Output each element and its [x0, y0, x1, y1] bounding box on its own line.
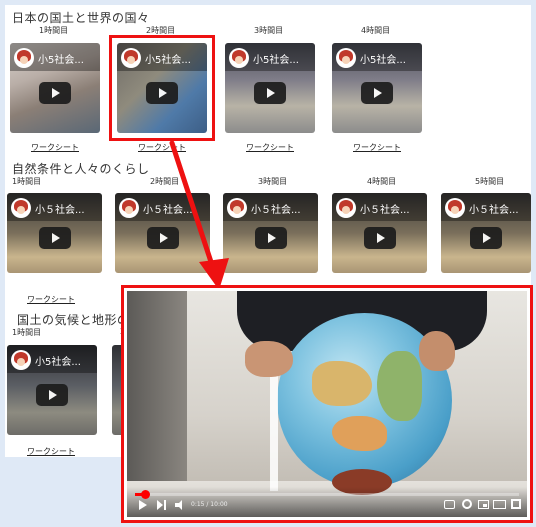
play-icon[interactable]: [36, 384, 68, 406]
worksheet-link[interactable]: ワークシート: [138, 142, 186, 153]
video-thumbnail[interactable]: 小５社会...: [223, 193, 318, 273]
period-label: 1時間目: [39, 26, 69, 35]
period-label: 4時間目: [361, 26, 391, 35]
worksheet-link[interactable]: ワークシート: [353, 142, 401, 153]
play-icon[interactable]: [146, 227, 179, 249]
period-label: 5時間目: [475, 177, 505, 186]
player-controls: 0:15 / 10:00: [127, 487, 527, 517]
video-frame[interactable]: 0:15 / 10:00: [127, 291, 527, 517]
captions-icon[interactable]: [444, 500, 455, 509]
video-player[interactable]: 0:15 / 10:00: [121, 285, 533, 523]
progress-bar[interactable]: [135, 490, 519, 499]
play-icon[interactable]: [363, 227, 396, 249]
miniplayer-icon[interactable]: [478, 500, 489, 509]
play-icon[interactable]: [254, 82, 286, 104]
video-thumbnail[interactable]: 小5社会...: [10, 43, 100, 133]
video-title: 小5社会...: [38, 55, 84, 66]
channel-avatar-icon: [229, 48, 249, 68]
channel-avatar-icon: [445, 198, 465, 218]
video-title: 小5社会...: [35, 357, 81, 368]
worksheet-link[interactable]: ワークシート: [31, 142, 79, 153]
channel-avatar-icon: [11, 350, 31, 370]
video-thumbnail[interactable]: 小5社会...: [7, 345, 97, 435]
next-icon[interactable]: [157, 500, 167, 510]
worksheet-link[interactable]: ワークシート: [246, 142, 294, 153]
channel-avatar-icon: [119, 198, 139, 218]
worksheet-link[interactable]: ワークシート: [27, 446, 75, 457]
period-label: 1時間目: [12, 177, 42, 186]
play-icon[interactable]: [361, 82, 393, 104]
video-title: 小５社会...: [469, 205, 519, 216]
video-title: 小5社会...: [360, 55, 406, 66]
channel-avatar-icon: [336, 198, 356, 218]
time-display: 0:15 / 10:00: [191, 501, 228, 508]
play-icon[interactable]: [38, 227, 71, 249]
section-title-1: 日本の国土と世界の国々: [12, 11, 150, 25]
video-thumbnail[interactable]: 小５社会...: [115, 193, 210, 273]
volume-icon[interactable]: [175, 500, 185, 510]
video-thumbnail[interactable]: 小５社会...: [441, 193, 531, 273]
worksheet-link[interactable]: ワークシート: [27, 294, 75, 305]
play-icon[interactable]: [470, 227, 502, 249]
period-label: 3時間目: [254, 26, 284, 35]
video-title: 小５社会...: [143, 205, 193, 216]
period-label: 1時間目: [12, 328, 42, 337]
progress-handle[interactable]: [140, 490, 150, 499]
section-title-2: 自然条件と人々のくらし: [12, 162, 150, 176]
channel-avatar-icon: [11, 198, 31, 218]
video-thumbnail[interactable]: 小5社会...: [225, 43, 315, 133]
channel-avatar-icon: [227, 198, 247, 218]
video-title: 小５社会...: [360, 205, 410, 216]
video-thumbnail[interactable]: 小５社会...: [332, 193, 427, 273]
channel-avatar-icon: [336, 48, 356, 68]
video-title: 小５社会...: [35, 205, 85, 216]
fullscreen-icon[interactable]: [511, 499, 521, 509]
channel-avatar-icon: [14, 48, 34, 68]
play-icon[interactable]: [139, 500, 147, 510]
selected-video-highlight: [109, 35, 215, 141]
video-thumbnail[interactable]: 小5社会...: [332, 43, 422, 133]
period-label: 3時間目: [258, 177, 288, 186]
video-thumbnail[interactable]: 小５社会...: [7, 193, 102, 273]
play-icon[interactable]: [39, 82, 71, 104]
video-title: 小5社会...: [253, 55, 299, 66]
settings-icon[interactable]: [462, 499, 472, 509]
video-title: 小５社会...: [251, 205, 301, 216]
play-icon[interactable]: [254, 227, 287, 249]
theater-icon[interactable]: [493, 500, 506, 509]
period-label: 2時間目: [150, 177, 180, 186]
period-label: 4時間目: [367, 177, 397, 186]
